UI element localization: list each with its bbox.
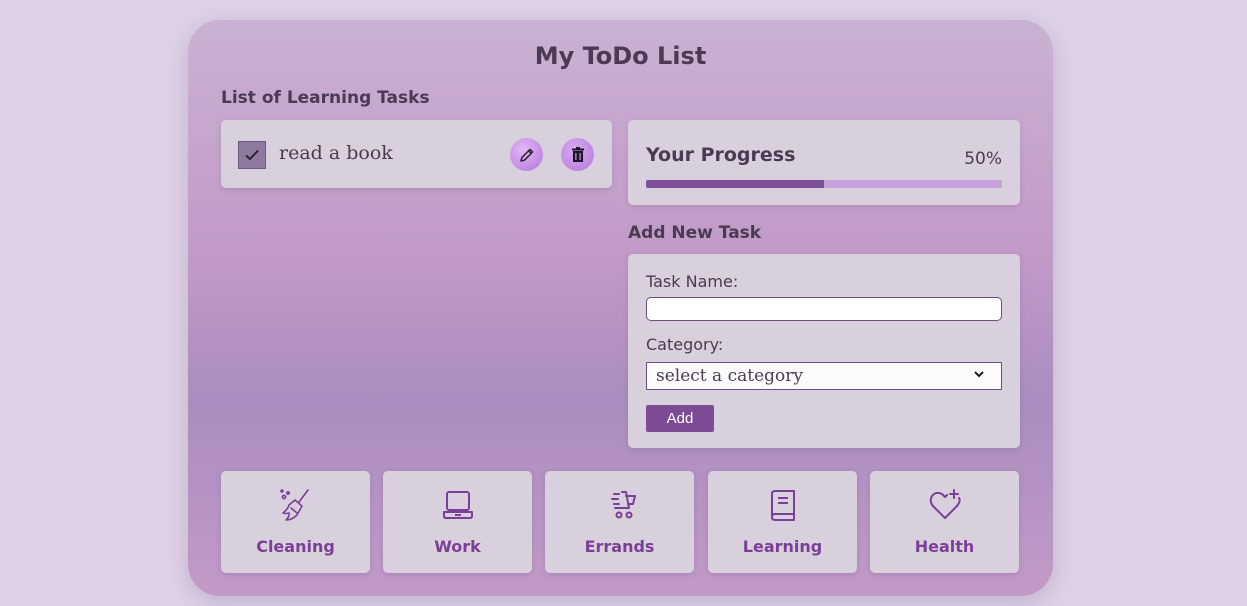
delete-task-button[interactable] <box>561 138 594 171</box>
progress-bar-fill <box>646 180 824 188</box>
task-name-label: Task Name: <box>646 272 739 291</box>
category-cleaning[interactable]: Cleaning <box>221 471 370 573</box>
category-selected-value: select a category <box>656 366 803 386</box>
add-task-heading: Add New Task <box>628 223 762 243</box>
progress-bar <box>646 180 1002 188</box>
trash-icon <box>571 146 584 162</box>
page-title: My ToDo List <box>534 42 707 70</box>
progress-percent: 50% <box>964 149 1002 169</box>
task-checkbox[interactable] <box>238 141 266 169</box>
task-name: read a book <box>279 142 393 164</box>
task-item: read a book <box>221 120 612 188</box>
category-label: Cleaning <box>256 537 335 556</box>
heart-plus-icon <box>929 489 961 519</box>
shopping-cart-icon <box>610 491 636 519</box>
edit-task-button[interactable] <box>510 138 543 171</box>
task-name-input[interactable] <box>646 297 1002 321</box>
broom-icon <box>279 489 309 521</box>
chevron-down-icon <box>974 371 984 378</box>
progress-title: Your Progress <box>646 144 796 166</box>
category-health[interactable]: Health <box>870 471 1019 573</box>
pencil-icon <box>519 148 533 162</box>
category-label: Health <box>914 537 975 556</box>
category-label: Work <box>434 537 481 556</box>
book-icon <box>770 490 795 521</box>
add-task-button[interactable]: Add <box>646 405 714 432</box>
category-label: Errands <box>584 537 655 556</box>
category-select[interactable]: select a category <box>646 362 1002 390</box>
category-label: Learning <box>742 537 823 556</box>
category-label: Category: <box>646 335 724 354</box>
check-icon <box>245 149 259 161</box>
tasks-heading: List of Learning Tasks <box>221 88 430 108</box>
category-learning[interactable]: Learning <box>708 471 857 573</box>
add-task-form: Task Name: Category: select a category A… <box>628 254 1020 448</box>
laptop-icon <box>442 491 473 519</box>
category-work[interactable]: Work <box>383 471 532 573</box>
progress-card: Your Progress 50% <box>628 120 1020 205</box>
todo-app: My ToDo List List of Learning Tasks read… <box>188 20 1053 596</box>
category-errands[interactable]: Errands <box>545 471 694 573</box>
